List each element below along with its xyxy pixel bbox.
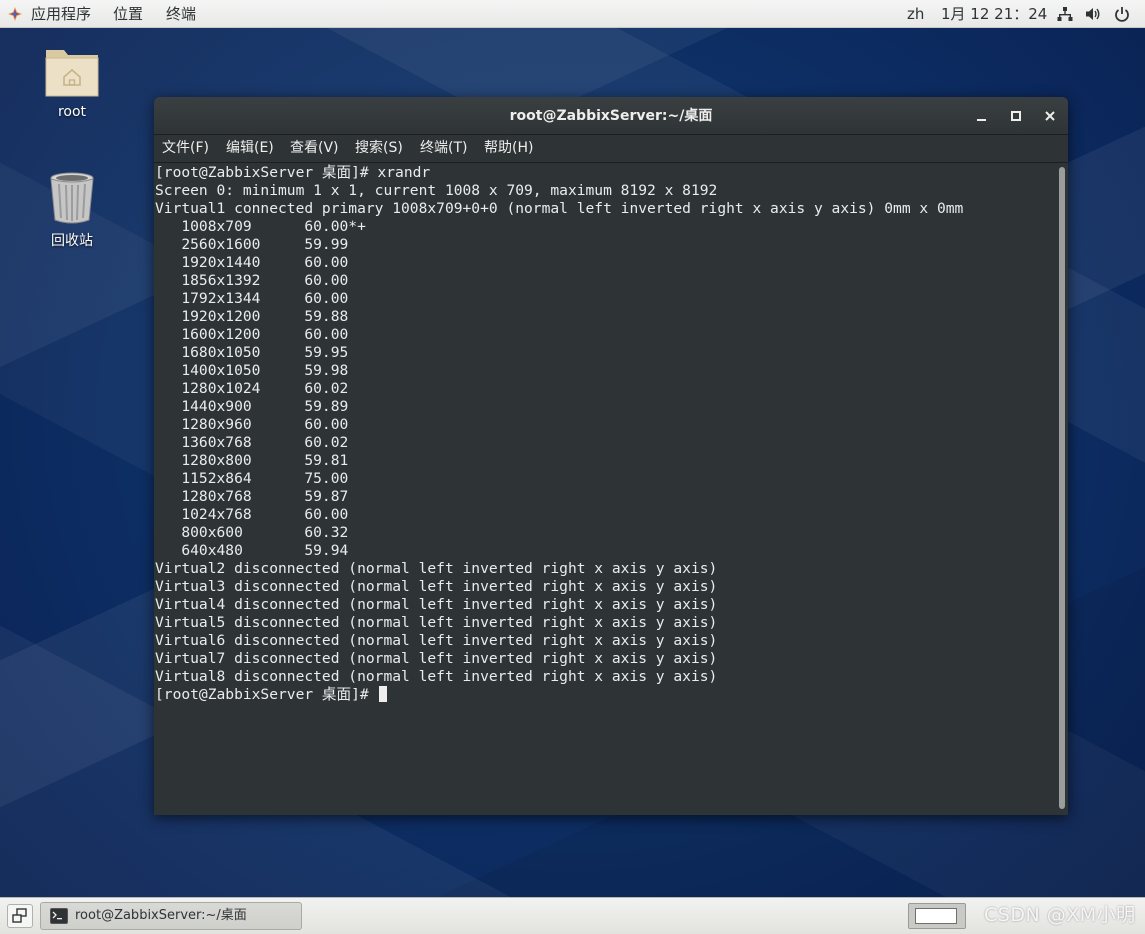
taskbar-item-terminal[interactable]: root@ZabbixServer:~/桌面 <box>40 902 302 930</box>
show-desktop-icon <box>12 908 27 923</box>
terminal-line: Screen 0: minimum 1 x 1, current 1008 x … <box>155 182 718 199</box>
bottom-taskbar: root@ZabbixServer:~/桌面 CSDN @XM小明 <box>0 897 1145 934</box>
network-icon[interactable] <box>1057 6 1073 22</box>
terminal-line: 1400x1050 59.98 <box>155 362 349 379</box>
applications-logo-icon[interactable] <box>8 7 22 21</box>
applications-menu[interactable]: 应用程序 <box>31 0 91 28</box>
menu-search[interactable]: 搜索(S) <box>355 135 403 162</box>
menu-file[interactable]: 文件(F) <box>162 135 209 162</box>
window-titlebar[interactable]: root@ZabbixServer:~/桌面 <box>154 97 1068 135</box>
workspace-1[interactable] <box>915 908 957 924</box>
terminal-line: 1680x1050 59.95 <box>155 344 349 361</box>
terminal-line: 1280x960 60.00 <box>155 416 349 433</box>
power-icon[interactable] <box>1114 6 1130 22</box>
terminal-line: 1792x1344 60.00 <box>155 290 349 307</box>
terminal-line: 1008x709 60.00*+ <box>155 218 366 235</box>
terminal-line: Virtual2 disconnected (normal left inver… <box>155 560 718 577</box>
text-cursor <box>379 686 388 702</box>
window-menubar: 文件(F) 编辑(E) 查看(V) 搜索(S) 终端(T) 帮助(H) <box>154 135 1068 163</box>
terminal-line: 1856x1392 60.00 <box>155 272 349 289</box>
terminal-line: Virtual1 connected primary 1008x709+0+0 … <box>155 200 964 217</box>
terminal-line: 1280x1024 60.02 <box>155 380 349 397</box>
terminal-icon <box>50 908 68 924</box>
terminal-line: 1920x1200 59.88 <box>155 308 349 325</box>
home-folder-icon <box>45 50 99 97</box>
terminal-scrollbar[interactable] <box>1056 164 1068 815</box>
terminal-app-menu[interactable]: 终端 <box>166 0 196 28</box>
clock[interactable]: 1月 12 21：24 <box>941 0 1047 28</box>
terminal-window: root@ZabbixServer:~/桌面 文件(F) 编辑(E) 查看(V)… <box>154 97 1068 815</box>
watermark: CSDN @XM小明 <box>984 904 1136 926</box>
menu-view[interactable]: 查看(V) <box>290 135 339 162</box>
terminal-prompt: [root@ZabbixServer 桌面]# <box>155 686 378 703</box>
desktop-icon-trash[interactable]: 回收站 <box>38 170 106 250</box>
terminal-line: Virtual6 disconnected (normal left inver… <box>155 632 718 649</box>
terminal-text: [root@ZabbixServer 桌面]# xrandr Screen 0: … <box>155 164 963 704</box>
terminal-line: Virtual5 disconnected (normal left inver… <box>155 614 718 631</box>
taskbar-item-label: root@ZabbixServer:~/桌面 <box>75 908 247 923</box>
terminal-line: 1600x1200 60.00 <box>155 326 349 343</box>
menu-terminal[interactable]: 终端(T) <box>420 135 467 162</box>
terminal-line: Virtual3 disconnected (normal left inver… <box>155 578 718 595</box>
top-panel: 应用程序 位置 终端 zh 1月 12 21：24 <box>0 0 1145 28</box>
desktop-icon-root[interactable]: root <box>38 42 106 120</box>
terminal-line: 1360x768 60.02 <box>155 434 349 451</box>
trash-icon <box>50 172 94 224</box>
desktop-icon-label: root <box>57 104 87 120</box>
terminal-line: 1152x864 75.00 <box>155 470 349 487</box>
close-icon[interactable] <box>1041 107 1059 125</box>
volume-icon[interactable] <box>1085 6 1101 22</box>
places-menu[interactable]: 位置 <box>113 0 143 28</box>
terminal-line: 2560x1600 59.99 <box>155 236 349 253</box>
minimize-icon[interactable] <box>973 107 991 125</box>
maximize-icon[interactable] <box>1007 107 1025 125</box>
terminal-line: Virtual4 disconnected (normal left inver… <box>155 596 718 613</box>
terminal-line: 800x600 60.32 <box>155 524 349 541</box>
terminal-line: 640x480 59.94 <box>155 542 349 559</box>
desktop-icon-label: 回收站 <box>51 233 93 249</box>
terminal-line: 1920x1440 60.00 <box>155 254 349 271</box>
terminal-line: 1440x900 59.89 <box>155 398 349 415</box>
terminal-line: Virtual8 disconnected (normal left inver… <box>155 668 718 685</box>
show-desktop-button[interactable] <box>7 904 33 928</box>
input-language-indicator[interactable]: zh <box>907 0 924 28</box>
terminal-line: [root@ZabbixServer 桌面]# xrandr <box>155 164 431 181</box>
workspace-switcher[interactable] <box>908 903 966 929</box>
terminal-line: 1280x768 59.87 <box>155 488 349 505</box>
terminal-line: 1280x800 59.81 <box>155 452 349 469</box>
terminal-line: Virtual7 disconnected (normal left inver… <box>155 650 718 667</box>
terminal-output[interactable]: [root@ZabbixServer 桌面]# xrandr Screen 0: … <box>154 164 1056 815</box>
scrollbar-thumb[interactable] <box>1059 167 1065 809</box>
window-title: root@ZabbixServer:~/桌面 <box>509 108 713 124</box>
menu-help[interactable]: 帮助(H) <box>484 135 533 162</box>
menu-edit[interactable]: 编辑(E) <box>226 135 274 162</box>
terminal-line: 1024x768 60.00 <box>155 506 349 523</box>
terminal-prompt-line: [root@ZabbixServer 桌面]# <box>155 686 963 704</box>
